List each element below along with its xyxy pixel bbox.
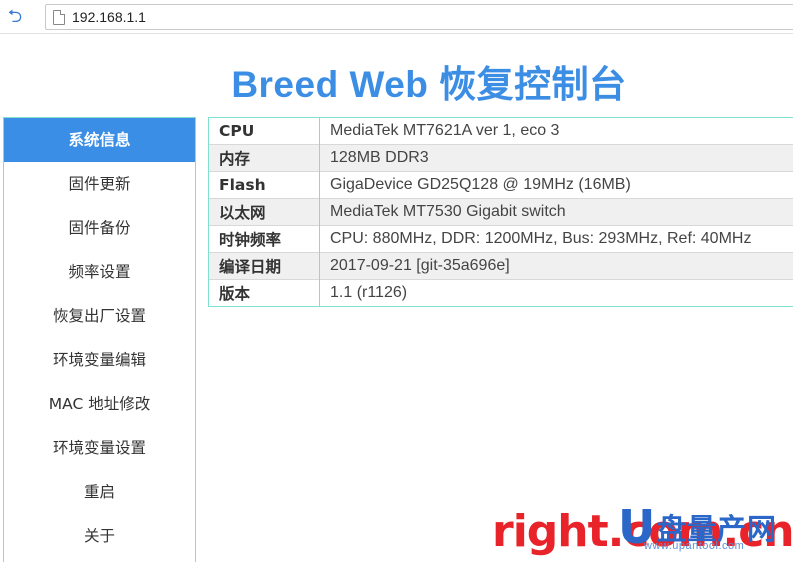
sidebar-item-system-info[interactable]: 系统信息: [4, 118, 195, 162]
row-value: 2017-09-21 [git-35a696e]: [320, 253, 793, 280]
row-value: MediaTek MT7621A ver 1, eco 3: [320, 118, 793, 145]
sidebar-item-firmware-backup[interactable]: 固件备份: [4, 206, 195, 250]
url-input[interactable]: 192.168.1.1: [45, 4, 793, 30]
address-bar: ⮌ 192.168.1.1: [0, 0, 793, 34]
table-row: Flash GigaDevice GD25Q128 @ 19MHz (16MB): [209, 172, 793, 199]
row-key: 编译日期: [209, 253, 320, 280]
page-title: Breed Web 恢复控制台: [0, 54, 793, 108]
row-key: 版本: [209, 280, 320, 307]
sidebar-item-factory-reset[interactable]: 恢复出厂设置: [4, 294, 195, 338]
watermark-url: www.upantool.com: [644, 540, 744, 552]
table-row: 版本 1.1 (r1126): [209, 280, 793, 307]
page-icon: [53, 10, 65, 25]
row-value: MediaTek MT7530 Gigabit switch: [320, 199, 793, 226]
sidebar-item-mac-address[interactable]: MAC 地址修改: [4, 382, 195, 426]
watermark: right.com.cn U 盘量产网 www.upantool.com: [492, 500, 792, 559]
url-text: 192.168.1.1: [72, 9, 146, 25]
sidebar-item-env-edit[interactable]: 环境变量编辑: [4, 338, 195, 382]
row-value: GigaDevice GD25Q128 @ 19MHz (16MB): [320, 172, 793, 199]
table-row: 编译日期 2017-09-21 [git-35a696e]: [209, 253, 793, 280]
table-row: 时钟频率 CPU: 880MHz, DDR: 1200MHz, Bus: 293…: [209, 226, 793, 253]
row-key: 以太网: [209, 199, 320, 226]
sidebar-item-env-settings[interactable]: 环境变量设置: [4, 426, 195, 470]
sidebar-item-about[interactable]: 关于: [4, 514, 195, 558]
sidebar: 系统信息 固件更新 固件备份 频率设置 恢复出厂设置 环境变量编辑 MAC 地址…: [3, 117, 196, 562]
row-key: 时钟频率: [209, 226, 320, 253]
table-row: CPU MediaTek MT7621A ver 1, eco 3: [209, 118, 793, 145]
table-row: 内存 128MB DDR3: [209, 145, 793, 172]
row-value: CPU: 880MHz, DDR: 1200MHz, Bus: 293MHz, …: [320, 226, 793, 253]
back-arrow-icon[interactable]: ⮌: [4, 6, 26, 28]
system-info-table: CPU MediaTek MT7621A ver 1, eco 3 内存 128…: [208, 117, 793, 307]
row-key: Flash: [209, 172, 320, 199]
table-row: 以太网 MediaTek MT7530 Gigabit switch: [209, 199, 793, 226]
row-value: 1.1 (r1126): [320, 280, 793, 307]
row-key: 内存: [209, 145, 320, 172]
sidebar-item-frequency-settings[interactable]: 频率设置: [4, 250, 195, 294]
row-key: CPU: [209, 118, 320, 145]
sidebar-item-reboot[interactable]: 重启: [4, 470, 195, 514]
sidebar-item-firmware-update[interactable]: 固件更新: [4, 162, 195, 206]
row-value: 128MB DDR3: [320, 145, 793, 172]
